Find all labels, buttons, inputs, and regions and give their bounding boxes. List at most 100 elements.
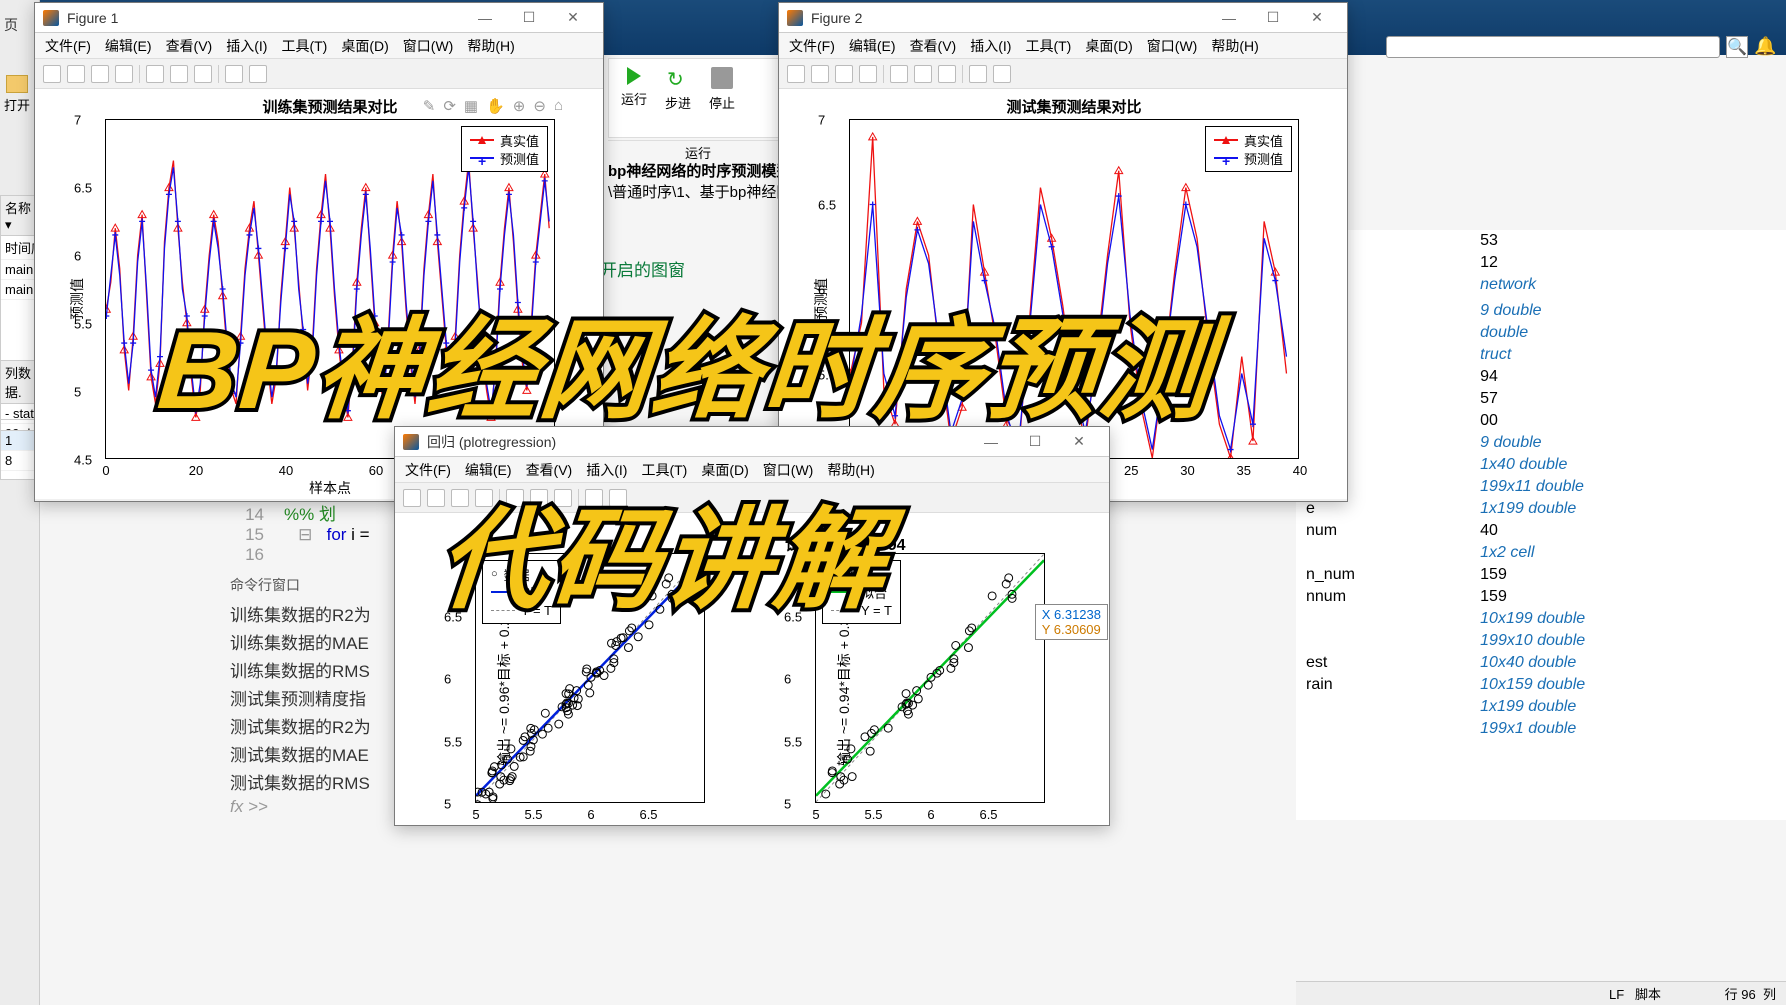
figure-2-title: Figure 2: [811, 10, 1207, 26]
workspace-row[interactable]: 9 double: [1296, 300, 1786, 322]
workspace-row[interactable]: 199x11 double: [1296, 476, 1786, 498]
figure-1-toolbar[interactable]: [35, 59, 603, 89]
workspace-row[interactable]: 1x199 double: [1296, 696, 1786, 718]
home-tab[interactable]: 页: [4, 15, 18, 35]
figure-2-titlebar[interactable]: Figure 2 — ☐ ✕: [779, 3, 1347, 33]
menu-item[interactable]: 工具(T): [281, 36, 327, 56]
menu-item[interactable]: 文件(F): [45, 36, 91, 56]
step-button[interactable]: ↻步进: [665, 67, 691, 112]
workspace-row[interactable]: nnum159: [1296, 586, 1786, 608]
workspace-row[interactable]: 12: [1296, 252, 1786, 274]
search-button[interactable]: 🔍: [1726, 36, 1748, 58]
open-icon[interactable]: [67, 65, 85, 83]
menu-item[interactable]: 编辑(E): [849, 36, 896, 56]
pan-icon[interactable]: ✋: [486, 97, 505, 115]
workspace-row[interactable]: 00: [1296, 410, 1786, 432]
status-bar: LF 脚本 行 96 列: [1296, 981, 1786, 1005]
brush-icon[interactable]: ✎: [423, 97, 436, 115]
menu-item[interactable]: 桌面(D): [341, 36, 388, 56]
menu-item[interactable]: 工具(T): [1025, 36, 1071, 56]
datatip-icon[interactable]: ▦: [464, 97, 478, 115]
chart-2-legend[interactable]: 真实值 +预测值: [1205, 126, 1292, 172]
run-button[interactable]: 运行: [621, 67, 647, 108]
save-icon[interactable]: [91, 65, 109, 83]
pointer-icon[interactable]: [225, 65, 243, 83]
save-icon[interactable]: [835, 65, 853, 83]
workspace-row[interactable]: 57: [1296, 388, 1786, 410]
open-icon[interactable]: [811, 65, 829, 83]
search-box[interactable]: [1386, 36, 1720, 58]
workspace-row[interactable]: e1x199 double: [1296, 498, 1786, 520]
menu-item[interactable]: 帮助(H): [467, 36, 514, 56]
chart-1-title: 训练集预测结果对比: [262, 96, 397, 117]
menu-item[interactable]: 窗口(W): [1147, 36, 1198, 56]
figure-1-menubar[interactable]: 文件(F) 编辑(E) 查看(V) 插入(I) 工具(T) 桌面(D) 窗口(W) 帮助(H): [35, 33, 603, 59]
device-icon[interactable]: [170, 65, 188, 83]
menu-item[interactable]: 窗口(W): [403, 36, 454, 56]
workspace-row[interactable]: double: [1296, 322, 1786, 344]
zoomin-icon[interactable]: ⊕: [513, 97, 526, 115]
menu-item[interactable]: 查看(V): [166, 36, 213, 56]
menu-item[interactable]: 帮助(H): [1211, 36, 1258, 56]
workspace-row[interactable]: 1x2 cell: [1296, 542, 1786, 564]
figure-2-toolbar[interactable]: [779, 59, 1347, 89]
minimize-button[interactable]: —: [463, 4, 507, 32]
device-icon[interactable]: [914, 65, 932, 83]
menu-item[interactable]: 文件(F): [405, 460, 451, 480]
menu-item[interactable]: 文件(F): [789, 36, 835, 56]
workspace-row[interactable]: n_num159: [1296, 564, 1786, 586]
overlay-title-1: BP神经网络时序预测: [153, 280, 1220, 440]
editor-lines: 14%% 划 15 ⊟ for i = 16: [230, 500, 370, 565]
workspace-row[interactable]: num40: [1296, 520, 1786, 542]
grid-icon[interactable]: [194, 65, 212, 83]
bell-icon[interactable]: 🔔: [1754, 36, 1776, 58]
workspace-row[interactable]: network: [1296, 274, 1786, 296]
workspace-row[interactable]: truct: [1296, 344, 1786, 366]
code-line: 14%% 划: [230, 500, 370, 525]
link-icon[interactable]: [890, 65, 908, 83]
new-icon[interactable]: [787, 65, 805, 83]
menu-item[interactable]: 插入(I): [226, 36, 267, 56]
pointer-icon[interactable]: [969, 65, 987, 83]
new-icon[interactable]: [403, 489, 421, 507]
minimize-button[interactable]: —: [1207, 4, 1251, 32]
workspace-row[interactable]: 53: [1296, 230, 1786, 252]
workspace-row[interactable]: 199x10 double: [1296, 630, 1786, 652]
maximize-button[interactable]: ☐: [507, 4, 551, 32]
link-icon[interactable]: [146, 65, 164, 83]
workspace-panel[interactable]: 5312network9 doubledoubletruct9457009 do…: [1296, 230, 1786, 820]
print-icon[interactable]: [859, 65, 877, 83]
print-icon[interactable]: [115, 65, 133, 83]
figure-2-menubar[interactable]: 文件(F) 编辑(E) 查看(V) 插入(I) 工具(T) 桌面(D) 窗口(W) 帮助(H): [779, 33, 1347, 59]
workspace-row[interactable]: 10x199 double: [1296, 608, 1786, 630]
maximize-button[interactable]: ☐: [1251, 4, 1295, 32]
close-button[interactable]: ✕: [551, 4, 595, 32]
open-label: 打开: [4, 95, 30, 114]
rotate-icon[interactable]: ⟳: [443, 97, 456, 115]
chart-1-xlabel: 样本点: [309, 478, 351, 498]
open-icon[interactable]: [427, 489, 445, 507]
open-folder-icon[interactable]: [6, 75, 28, 93]
workspace-row[interactable]: 199x1 double: [1296, 718, 1786, 740]
colorbar-icon[interactable]: [249, 65, 267, 83]
menu-item[interactable]: 编辑(E): [105, 36, 152, 56]
axes-toolbar[interactable]: ✎ ⟳ ▦ ✋ ⊕ ⊖ ⌂: [423, 97, 563, 115]
new-icon[interactable]: [43, 65, 61, 83]
colorbar-icon[interactable]: [993, 65, 1011, 83]
menu-item[interactable]: 插入(I): [970, 36, 1011, 56]
menu-item[interactable]: 桌面(D): [1085, 36, 1132, 56]
figure-1-titlebar[interactable]: Figure 1 — ☐ ✕: [35, 3, 603, 33]
close-button[interactable]: ✕: [1295, 4, 1339, 32]
home-icon[interactable]: ⌂: [554, 97, 563, 115]
workspace-row[interactable]: est10x40 double: [1296, 652, 1786, 674]
menu-item[interactable]: 查看(V): [910, 36, 957, 56]
workspace-row[interactable]: 9 double: [1296, 432, 1786, 454]
workspace-row[interactable]: 94: [1296, 366, 1786, 388]
zoomout-icon[interactable]: ⊖: [533, 97, 546, 115]
grid-icon[interactable]: [938, 65, 956, 83]
chart-1-legend[interactable]: 真实值 +预测值: [461, 126, 548, 172]
datatip[interactable]: X 6.31238 Y 6.30609: [1035, 604, 1108, 640]
workspace-row[interactable]: rain10x159 double: [1296, 674, 1786, 696]
workspace-row[interactable]: 1x40 double: [1296, 454, 1786, 476]
stop-button[interactable]: 停止: [709, 67, 735, 112]
